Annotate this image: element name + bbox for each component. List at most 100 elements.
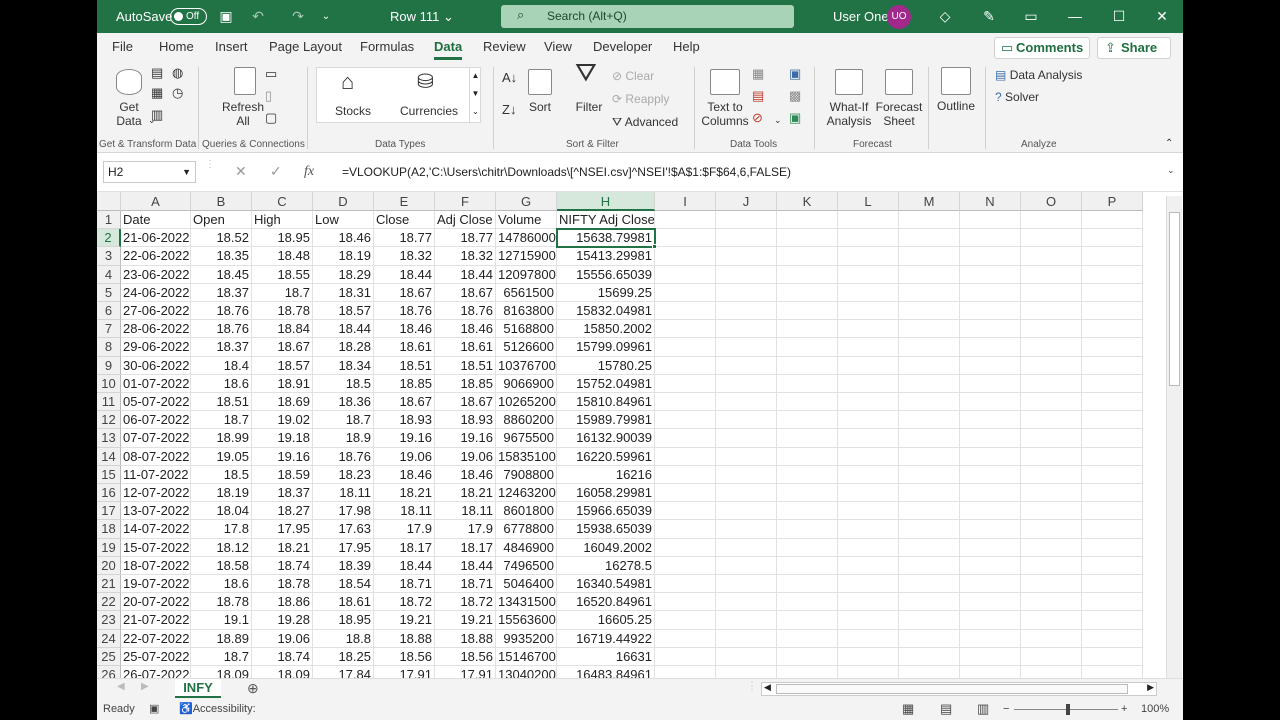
table-cell[interactable]: 27-06-2022: [121, 302, 191, 321]
table-cell[interactable]: [838, 265, 899, 284]
table-cell[interactable]: 18.67: [435, 283, 496, 302]
table-cell[interactable]: [716, 247, 777, 266]
table-cell[interactable]: 16278.5: [557, 556, 655, 575]
search-box[interactable]: ⌕ Search (Alt+Q): [501, 5, 794, 28]
vertical-scrollbar[interactable]: [1166, 196, 1182, 678]
table-cell[interactable]: [838, 302, 899, 321]
table-cell[interactable]: 18.85: [435, 374, 496, 393]
fill-handle[interactable]: [652, 244, 657, 250]
table-cell[interactable]: 15-07-2022: [121, 538, 191, 557]
table-cell[interactable]: [716, 411, 777, 430]
table-cell[interactable]: [1082, 629, 1143, 648]
table-cell[interactable]: [960, 538, 1021, 557]
table-cell[interactable]: [1021, 356, 1082, 375]
table-cell[interactable]: [838, 247, 899, 266]
table-cell[interactable]: [899, 447, 960, 466]
accessibility-status[interactable]: ♿ Accessibility: Good to go: [179, 698, 256, 720]
table-cell[interactable]: 17.9: [374, 520, 435, 539]
row-header[interactable]: 23: [97, 611, 121, 630]
table-cell[interactable]: 18.4: [191, 356, 252, 375]
normal-view-icon[interactable]: ▦: [902, 698, 914, 720]
refresh-all-button[interactable]: Refresh All: [219, 100, 267, 128]
table-cell[interactable]: [960, 556, 1021, 575]
table-cell[interactable]: 15699.25: [557, 283, 655, 302]
table-cell[interactable]: [1021, 611, 1082, 630]
table-cell[interactable]: 18.76: [435, 302, 496, 321]
filter-button[interactable]: Filter: [567, 100, 611, 114]
table-cell[interactable]: [838, 611, 899, 630]
row-header[interactable]: 16: [97, 484, 121, 503]
tab-view[interactable]: View: [544, 33, 572, 61]
table-cell[interactable]: [655, 593, 716, 612]
table-cell[interactable]: [716, 538, 777, 557]
table-cell[interactable]: 18.7: [252, 283, 313, 302]
table-cell[interactable]: [655, 338, 716, 357]
table-cell[interactable]: [716, 265, 777, 284]
table-cell[interactable]: [777, 502, 838, 521]
table-cell[interactable]: [838, 229, 899, 248]
table-cell[interactable]: 18.21: [435, 484, 496, 503]
table-cell[interactable]: 18.6: [191, 374, 252, 393]
table-cell[interactable]: 15780.25: [557, 356, 655, 375]
table-cell[interactable]: [960, 283, 1021, 302]
table-cell[interactable]: [1021, 465, 1082, 484]
table-cell[interactable]: [777, 338, 838, 357]
page-layout-view-icon[interactable]: ▤: [940, 698, 952, 720]
table-cell[interactable]: [1021, 502, 1082, 521]
table-cell[interactable]: 5126600: [496, 338, 557, 357]
table-cell[interactable]: 18.61: [435, 338, 496, 357]
table-cell[interactable]: 19.06: [374, 447, 435, 466]
row-header[interactable]: 6: [97, 302, 121, 321]
horizontal-scrollbar[interactable]: ◀ ▶: [761, 682, 1157, 696]
table-cell[interactable]: 14-07-2022: [121, 520, 191, 539]
header-cell[interactable]: Close: [374, 211, 435, 230]
tab-file[interactable]: File: [112, 33, 133, 61]
table-cell[interactable]: 21-07-2022: [121, 611, 191, 630]
table-cell[interactable]: [838, 593, 899, 612]
table-cell[interactable]: 23-06-2022: [121, 265, 191, 284]
table-cell[interactable]: 18.74: [252, 556, 313, 575]
recent-sources-icon[interactable]: ◷: [172, 86, 183, 100]
scroll-right-icon[interactable]: ▶: [1147, 682, 1154, 693]
table-cell[interactable]: 6561500: [496, 283, 557, 302]
table-cell[interactable]: [1021, 538, 1082, 557]
table-cell[interactable]: [777, 556, 838, 575]
sort-descending-icon[interactable]: Z↓: [502, 103, 516, 117]
table-cell[interactable]: 15799.09961: [557, 338, 655, 357]
table-cell[interactable]: [716, 302, 777, 321]
column-header-l[interactable]: L: [838, 192, 899, 211]
table-cell[interactable]: 17.95: [313, 538, 374, 557]
table-cell[interactable]: 19.02: [252, 411, 313, 430]
table-cell[interactable]: [1082, 356, 1143, 375]
table-cell[interactable]: [1082, 247, 1143, 266]
row-header[interactable]: 13: [97, 429, 121, 448]
table-cell[interactable]: 18.7: [313, 411, 374, 430]
table-cell[interactable]: [1082, 647, 1143, 666]
table-cell[interactable]: 18.35: [191, 247, 252, 266]
table-cell[interactable]: [838, 575, 899, 594]
prev-sheet-icon[interactable]: ◀: [117, 681, 125, 692]
table-cell[interactable]: 18.78: [252, 302, 313, 321]
table-cell[interactable]: 18.76: [374, 302, 435, 321]
redo-icon[interactable]: ↷: [283, 0, 313, 33]
column-header-c[interactable]: C: [252, 192, 313, 211]
row-header[interactable]: 4: [97, 265, 121, 284]
table-cell[interactable]: 18.95: [313, 611, 374, 630]
table-cell[interactable]: [1021, 629, 1082, 648]
table-cell[interactable]: 15966.65039: [557, 502, 655, 521]
table-cell[interactable]: 18.37: [191, 338, 252, 357]
table-cell[interactable]: 18.44: [313, 320, 374, 339]
table-cell[interactable]: 18.93: [435, 411, 496, 430]
table-cell[interactable]: 18.67: [374, 393, 435, 412]
row-header[interactable]: 24: [97, 629, 121, 648]
manage-data-model-icon[interactable]: ▣: [789, 111, 801, 125]
table-cell[interactable]: 18.37: [191, 283, 252, 302]
column-header-f[interactable]: F: [435, 192, 496, 211]
from-web-icon[interactable]: ◍: [172, 66, 183, 80]
table-cell[interactable]: [960, 320, 1021, 339]
table-cell[interactable]: [960, 502, 1021, 521]
tab-page-layout[interactable]: Page Layout: [269, 33, 342, 61]
table-cell[interactable]: 22-06-2022: [121, 247, 191, 266]
table-cell[interactable]: [777, 283, 838, 302]
table-cell[interactable]: [716, 447, 777, 466]
